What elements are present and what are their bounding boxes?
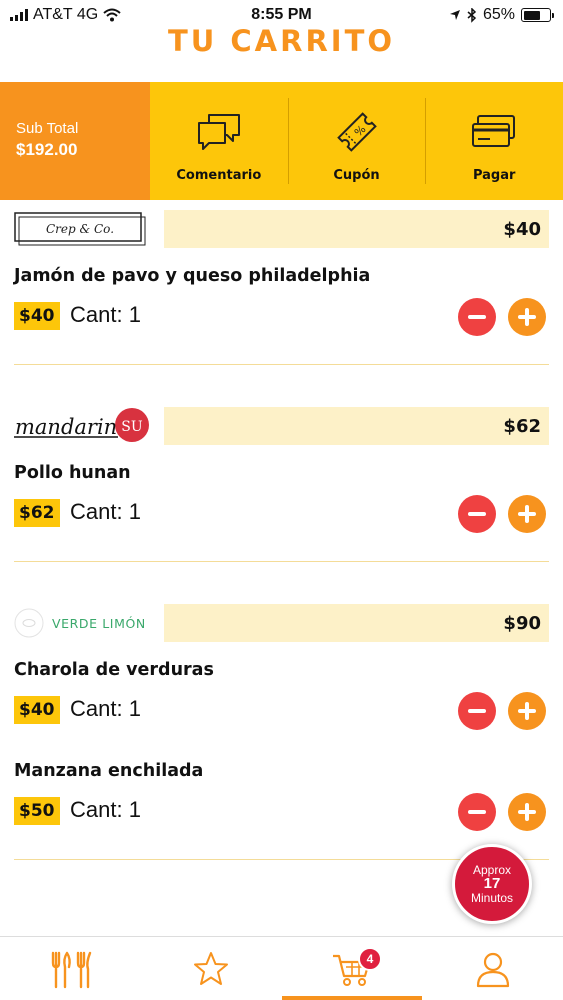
comment-label: Comentario — [176, 168, 262, 183]
user-icon — [476, 952, 509, 987]
bottom-tab-bar: 4 — [0, 936, 563, 1000]
item-quantity: Cant: 1 — [70, 499, 141, 525]
crep-logo-text: Crep & Co. — [46, 222, 114, 236]
tab-restaurants[interactable] — [0, 937, 141, 1000]
cart-item: Charola de verduras $40 Cant: 1 — [0, 652, 563, 748]
restaurant-total: $90 — [503, 613, 541, 634]
coupon-label: Cupón — [333, 168, 380, 183]
item-price: $40 — [14, 696, 60, 724]
quantity-label: Cant: — [70, 696, 123, 721]
pay-button[interactable]: Pagar — [425, 82, 563, 200]
star-icon — [194, 951, 229, 985]
restaurant-total-band: $40 — [164, 210, 549, 248]
restaurant-header: VERDE LIMÓN $90 — [0, 594, 563, 652]
tab-favorites[interactable] — [141, 937, 282, 1000]
increase-quantity-button[interactable] — [508, 495, 546, 533]
minus-icon — [468, 709, 486, 713]
quantity-value: 1 — [128, 499, 141, 524]
item-name: Manzana enchilada — [14, 761, 204, 781]
restaurant-total-band: $90 — [164, 604, 549, 642]
cart-actions: Comentario % Cupón Pagar — [150, 82, 563, 200]
comment-button[interactable]: Comentario — [150, 82, 288, 200]
status-right: 65% — [449, 6, 554, 24]
quantity-label: Cant: — [70, 499, 123, 524]
cart-item: Manzana enchilada $50 Cant: 1 — [0, 753, 563, 849]
subtotal-panel: Sub Total $192.00 — [0, 82, 150, 200]
quantity-label: Cant: — [70, 302, 123, 327]
eta-badge[interactable]: Approx 17 Minutos — [452, 844, 532, 924]
pay-label: Pagar — [472, 168, 516, 183]
location-icon — [449, 10, 460, 20]
verde-limon-logo-text: VERDE LIMÓN — [52, 616, 146, 631]
mandarin-logo-text: mandarin — [15, 415, 117, 439]
eta-suffix: Minutos — [470, 891, 514, 905]
item-price: $40 — [14, 302, 60, 330]
minus-icon — [468, 315, 486, 319]
battery-icon — [521, 8, 554, 22]
restaurant-total-band: $62 — [164, 407, 549, 445]
cart-count-badge: 4 — [358, 947, 382, 971]
tab-profile[interactable] — [422, 937, 563, 1000]
cart-item: Jamón de pavo y queso philadelphia $40 C… — [0, 258, 563, 354]
subtotal-label: Sub Total — [16, 120, 79, 137]
mandarin-su-logo: SU mandarin — [14, 407, 154, 445]
quantity-value: 1 — [128, 696, 141, 721]
restaurant-total: $62 — [503, 416, 541, 437]
utensils-icon — [52, 951, 92, 988]
cart-list: Crep & Co. $40 Jamón de pavo y queso phi… — [0, 200, 563, 860]
battery-percent: 65% — [482, 6, 515, 23]
divider — [14, 364, 549, 365]
credit-card-icon — [472, 115, 516, 147]
decrease-quantity-button[interactable] — [458, 793, 496, 831]
item-quantity: Cant: 1 — [70, 696, 141, 722]
item-quantity: Cant: 1 — [70, 797, 141, 823]
cart-summary-bar: Sub Total $192.00 Comentario % Cupón Pag… — [0, 82, 563, 200]
increase-quantity-button[interactable] — [508, 793, 546, 831]
restaurant-total: $40 — [503, 219, 541, 240]
item-name: Jamón de pavo y queso philadelphia — [14, 266, 371, 286]
minus-icon — [468, 512, 486, 516]
bluetooth-icon — [467, 7, 477, 23]
cart-item: Pollo hunan $62 Cant: 1 — [0, 455, 563, 551]
tab-cart[interactable] — [281, 937, 423, 1000]
item-name: Charola de verduras — [14, 660, 214, 680]
quantity-value: 1 — [128, 797, 141, 822]
coupon-button[interactable]: % Cupón — [287, 82, 426, 200]
subtotal-value: $192.00 — [16, 140, 78, 159]
decrease-quantity-button[interactable] — [458, 298, 496, 336]
restaurant-header: SU mandarin $62 — [0, 397, 563, 455]
minus-icon — [468, 810, 486, 814]
quantity-value: 1 — [128, 302, 141, 327]
restaurant-header: Crep & Co. $40 — [0, 200, 563, 258]
restaurant-group: Crep & Co. $40 Jamón de pavo y queso phi… — [0, 200, 563, 365]
verde-limon-logo: VERDE LIMÓN — [14, 604, 154, 642]
restaurant-group: VERDE LIMÓN $90 Charola de verduras $40 … — [0, 594, 563, 860]
item-name: Pollo hunan — [14, 463, 131, 483]
page-title: TU CARRITO — [167, 24, 396, 58]
restaurant-group: SU mandarin $62 Pollo hunan $62 Cant: 1 — [0, 397, 563, 562]
increase-quantity-button[interactable] — [508, 692, 546, 730]
coupon-icon: % — [336, 112, 377, 152]
increase-quantity-button[interactable] — [508, 298, 546, 336]
item-price: $50 — [14, 797, 60, 825]
item-quantity: Cant: 1 — [70, 302, 141, 328]
decrease-quantity-button[interactable] — [458, 495, 496, 533]
crep-and-co-logo: Crep & Co. — [14, 210, 146, 248]
mandarin-logo-suffix: SU — [121, 419, 143, 435]
eta-minutes: 17 — [483, 875, 501, 892]
item-price: $62 — [14, 499, 60, 527]
quantity-label: Cant: — [70, 797, 123, 822]
decrease-quantity-button[interactable] — [458, 692, 496, 730]
comment-icon — [197, 114, 240, 150]
divider — [14, 561, 549, 562]
